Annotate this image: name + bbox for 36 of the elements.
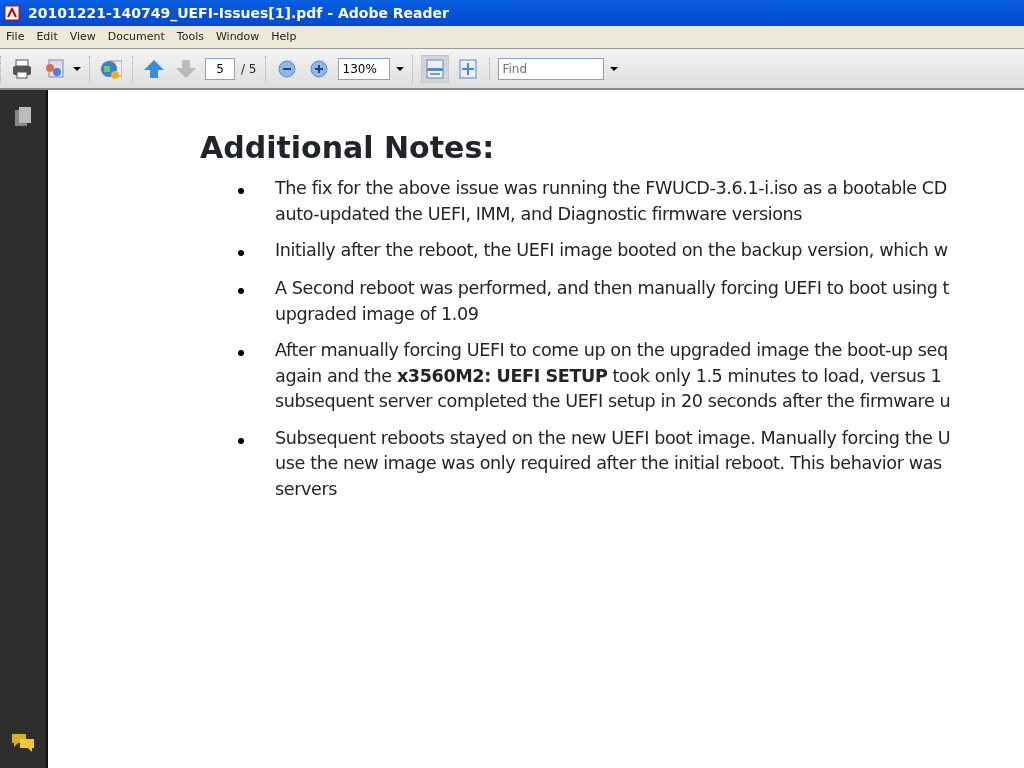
caret-icon[interactable] (395, 66, 404, 71)
menu-item[interactable]: Document (101, 28, 171, 46)
fit-width-icon[interactable] (420, 54, 449, 83)
text-line: A Second reboot was performed, and then manually forcing UEFI to boot using t (275, 277, 950, 300)
bullet-icon (238, 250, 244, 256)
text-line: Subsequent reboots stayed on the new UEFI boot image. Manually forcing the U (275, 426, 951, 450)
text-line: auto-updated the UEFI, IMM, and Diagnostic firmware versions (275, 202, 804, 226)
window-title: 20101221-140749_UEFI-Issues[1].pdf - Adobe Reader (28, 3, 449, 24)
text-line: upgraded image of 1.09 (275, 302, 480, 326)
text-line: servers (275, 477, 339, 501)
menu-item[interactable]: Edit (30, 28, 64, 46)
menu-item[interactable]: Window (209, 28, 266, 46)
text-line: use the new image was only required after the initial reboot. This behavior was (275, 452, 943, 475)
text-line: Initially after the reboot, the UEFI image booted on the backup version, which w (275, 239, 948, 262)
comments-icon[interactable] (10, 732, 36, 752)
caret-icon[interactable] (73, 66, 81, 71)
menu-item[interactable]: View (63, 28, 102, 46)
page-total: / 5 (241, 60, 257, 78)
page-number-field[interactable]: 5 (205, 57, 235, 80)
menu-item[interactable]: Help (265, 28, 303, 46)
text-line: After manually forcing UEFI to come up on the upgraded image the boot-up seq (275, 339, 949, 362)
find-field[interactable]: Find (497, 57, 604, 80)
heading: Additional Notes: (200, 130, 496, 166)
text-line: subsequent server completed the UEFI setup in 20 seconds after the firmware u (275, 390, 951, 413)
zoom-field[interactable]: 130% (337, 57, 390, 80)
bullet-icon (238, 350, 244, 356)
text-line: again and the x3560M2: UEFI SETUP took only 1.5 minutes to load, versus 1 (275, 364, 943, 388)
text-line: The fix for the above issue was running the FWUCD-3.6.1-i.iso as a bootable CD (275, 177, 947, 200)
pdf-icon (4, 5, 20, 21)
menu-item[interactable]: Tools (170, 28, 210, 46)
bullet-icon (238, 437, 244, 444)
bullet-icon (238, 188, 244, 194)
pages-icon[interactable] (13, 106, 33, 128)
menu-item[interactable]: File (0, 28, 31, 46)
caret-icon[interactable] (609, 66, 618, 71)
bullet-icon (238, 288, 244, 294)
